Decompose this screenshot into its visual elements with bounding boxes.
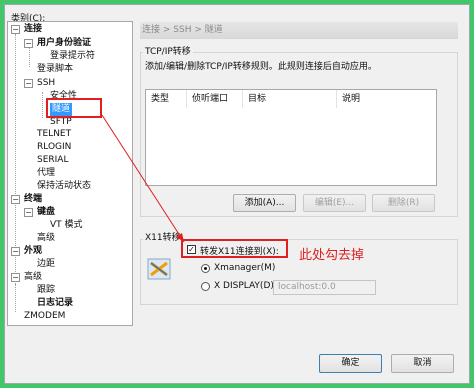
- cancel-button[interactable]: 取消: [391, 354, 454, 373]
- ok-button[interactable]: 确定: [319, 354, 382, 373]
- annotation-arrow: [101, 114, 185, 243]
